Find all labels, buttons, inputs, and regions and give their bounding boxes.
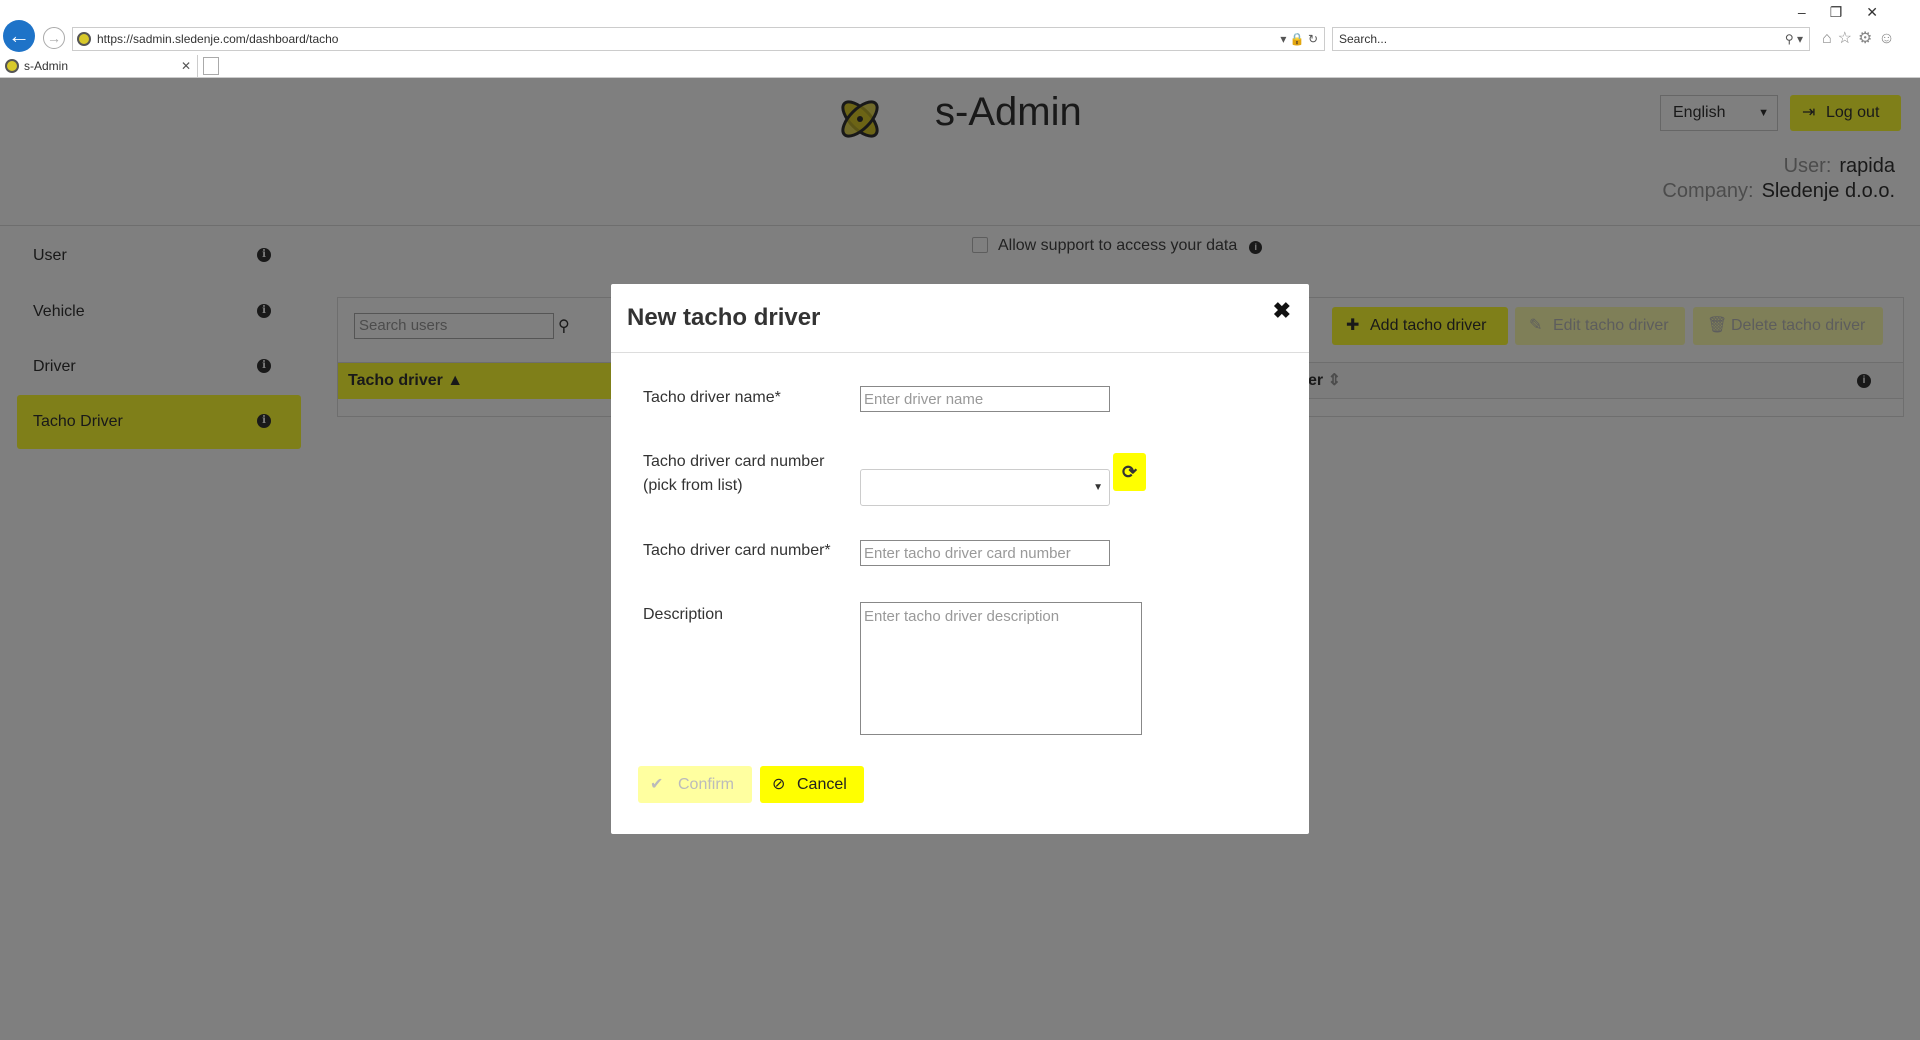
forward-button[interactable]: → [43, 27, 65, 49]
refresh-cards-button[interactable]: ⟳ [1113, 453, 1146, 491]
description-label: Description [643, 606, 724, 623]
browser-search-placeholder: Search... [1339, 32, 1388, 46]
driver-name-label: Tacho driver name* [643, 389, 781, 406]
ban-icon: ⊘ [772, 776, 786, 793]
new-tacho-driver-dialog: New tacho driver ✖ Tacho driver name* En… [611, 284, 1309, 834]
cancel-button[interactable]: ⊘ Cancel [760, 766, 864, 803]
driver-name-input[interactable]: Enter driver name [860, 386, 1110, 412]
site-favicon-icon [77, 32, 91, 46]
close-icon[interactable]: ✖ [1273, 298, 1291, 324]
card-pick-label-2: (pick from list) [643, 477, 743, 494]
card-number-select[interactable]: ▼ [860, 469, 1110, 506]
address-bar[interactable]: https://sadmin.sledenje.com/dashboard/ta… [72, 27, 1325, 51]
card-pick-label-1: Tacho driver card number [643, 453, 825, 470]
new-tab-button[interactable] [203, 57, 219, 75]
address-tools-icon[interactable]: ▾ 🔒 ↻ [1280, 28, 1318, 50]
dialog-title: New tacho driver [627, 304, 821, 331]
browser-toolbar-icons[interactable]: ⌂☆⚙☺ [1822, 28, 1901, 48]
refresh-icon: ⟳ [1121, 462, 1138, 482]
browser-chrome: ← → https://sadmin.sledenje.com/dashboar… [0, 0, 1920, 78]
card-number-label: Tacho driver card number* [643, 542, 831, 559]
check-icon: ✔ [650, 776, 664, 793]
description-textarea[interactable]: Enter tacho driver description [860, 602, 1142, 735]
browser-search-input[interactable]: Search... ⚲ ▾ [1332, 27, 1810, 51]
cancel-label: Cancel [797, 776, 847, 793]
browser-tab[interactable]: s-Admin ✕ [0, 55, 198, 78]
dialog-divider [611, 352, 1309, 353]
card-number-input[interactable]: Enter tacho driver card number [860, 540, 1110, 566]
confirm-label: Confirm [678, 776, 735, 793]
confirm-button[interactable]: ✔ Confirm [638, 766, 752, 803]
back-button[interactable]: ← [3, 20, 35, 52]
tab-favicon-icon [5, 59, 19, 73]
close-tab-icon[interactable]: ✕ [181, 55, 191, 77]
window-controls[interactable]: –❐✕ [1798, 4, 1902, 21]
chevron-down-icon: ▼ [1093, 482, 1103, 493]
tab-title: s-Admin [24, 59, 69, 73]
search-icon[interactable]: ⚲ ▾ [1785, 28, 1803, 50]
url-text: https://sadmin.sledenje.com/dashboard/ta… [97, 32, 339, 46]
